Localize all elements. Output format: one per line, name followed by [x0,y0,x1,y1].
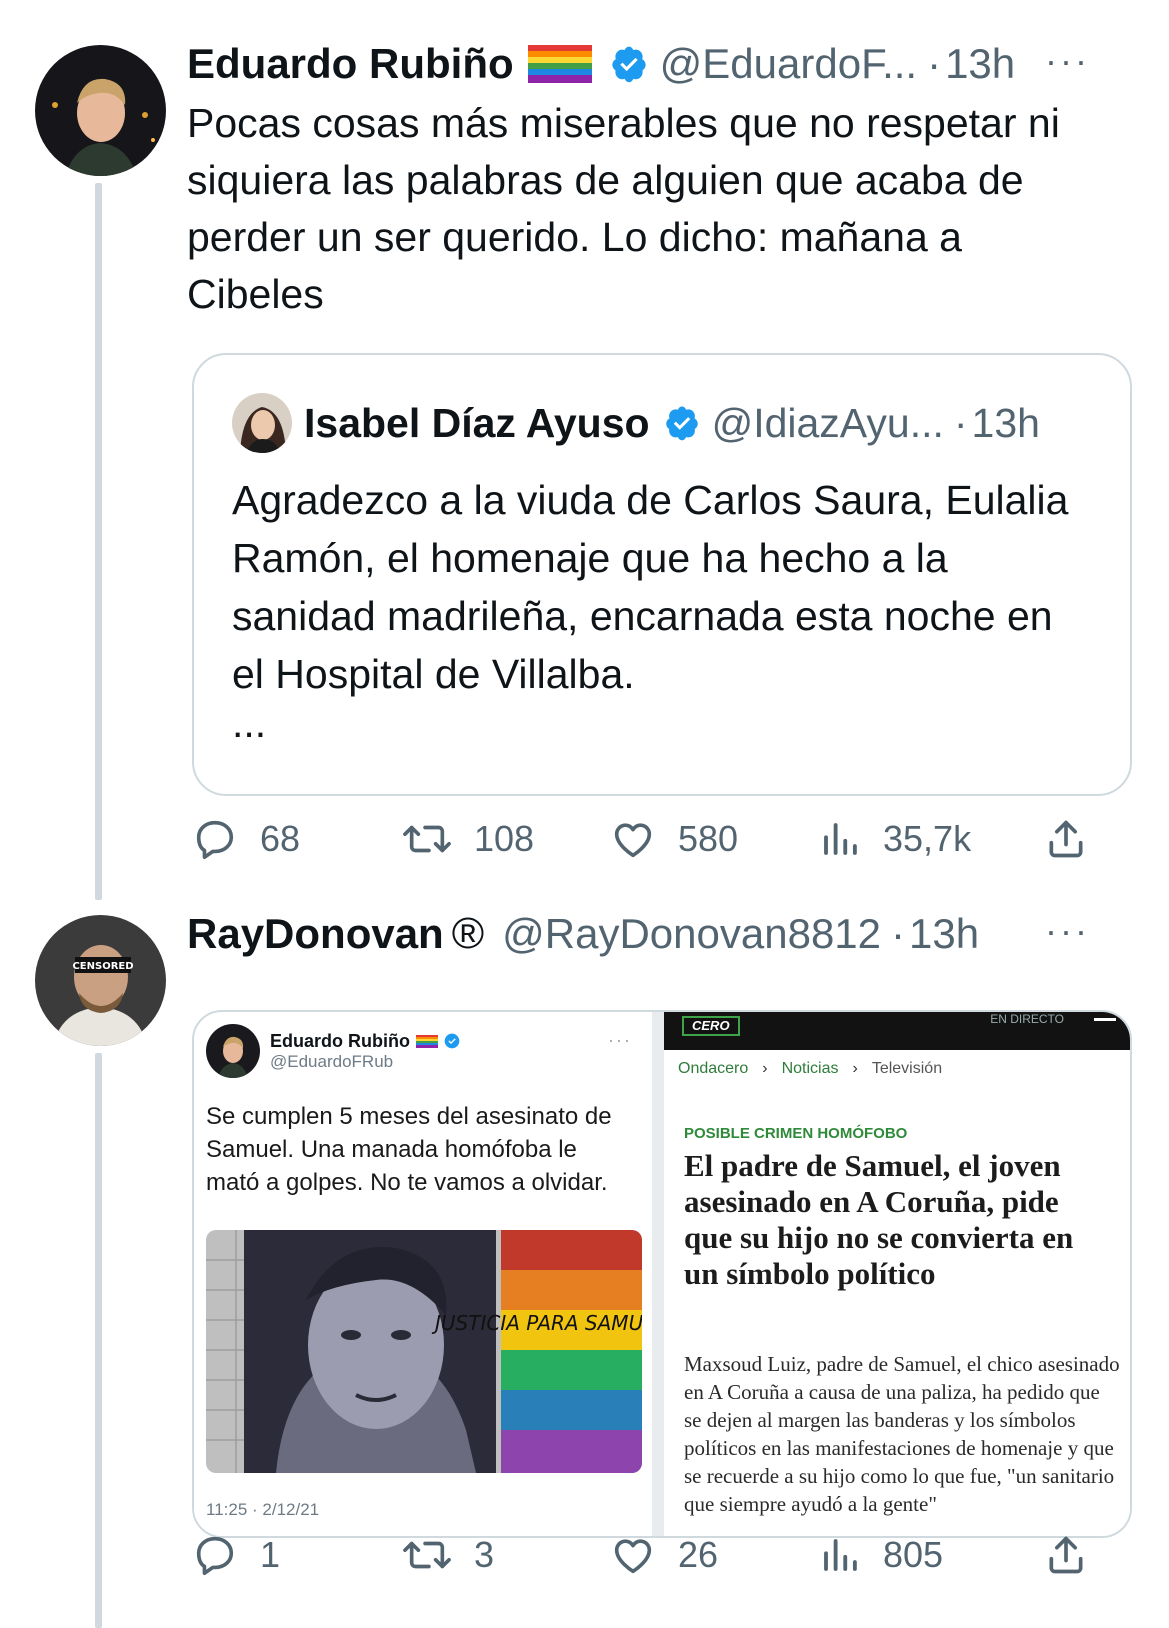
timestamp[interactable]: 13h [909,910,979,958]
embedded-author-name: Eduardo Rubiño [270,1030,410,1051]
pride-flag-icon [527,45,592,83]
share-button[interactable] [1044,816,1110,862]
reply-count: 68 [260,818,301,859]
thread-line [95,1053,102,1628]
timestamp[interactable]: 13h [945,40,1015,88]
verified-icon [664,405,700,441]
image-divider [652,1012,664,1536]
views-icon [824,823,857,855]
reply-icon [196,820,234,860]
live-label: EN DIRECTO [990,1012,1064,1026]
embedded-article-screenshot: CERO EN DIRECTO Ondacero › Noticias › Televi… [664,1012,1130,1536]
reply-icon [196,1536,234,1576]
author-handle[interactable]: @RayDonovan8812 [502,910,881,958]
separator-dot: · [927,40,942,87]
tweet-header: RayDonovan ® @RayDonovan8812 · 13h [187,904,979,964]
embedded-author-handle: @EduardoFRub [270,1051,394,1071]
like-button[interactable]: 580 [610,816,738,862]
attached-image[interactable]: Eduardo Rubiño @EduardoFRub ··· Se cumpl… [192,1010,1132,1538]
separator-dot: · [953,399,968,446]
views-icon [824,1539,857,1571]
reply-button[interactable]: 68 [192,816,300,862]
retweet-button[interactable]: 108 [402,816,534,862]
more-icon: ··· [608,1030,632,1050]
breadcrumb: Ondacero › Noticias › Televisión [678,1060,942,1078]
quote-timestamp: 13h [971,399,1040,446]
quote-ellipsis: ... [232,700,267,746]
share-icon [1049,1536,1083,1574]
tweet-actions: 68 108 580 35,7k [192,816,1132,876]
registered-mark: ® [451,909,485,958]
verified-icon [610,45,648,83]
verified-icon [444,1033,460,1049]
like-icon [614,823,652,858]
breadcrumb-item: Televisión [871,1060,943,1077]
retweet-count: 108 [474,818,535,859]
more-icon[interactable]: ··· [1045,40,1090,82]
share-button[interactable] [1044,1532,1110,1578]
mural-image: JUSTICIA PARA SAMUEL [206,1230,642,1473]
author-name[interactable]: Eduardo Rubiño [187,40,514,88]
breadcrumb-separator: › [852,1060,858,1077]
tweet-actions: 1 3 26 805 [192,1532,1132,1592]
quote-author-handle: @IdiazAyu... [711,399,944,446]
views-button[interactable]: 805 [819,1532,943,1578]
tweet-text: Pocas cosas más miserables que no respet… [187,100,1060,317]
thread-line [95,183,102,900]
quote-header: Isabel Díaz Ayuso @IdiazAyu... · 13h [232,393,1040,453]
news-top-bar: CERO EN DIRECTO [664,1012,1130,1050]
retweet-icon [403,825,451,853]
retweet-count: 3 [474,1534,495,1575]
like-count: 580 [678,818,739,859]
like-icon [614,1539,652,1574]
share-icon [1049,820,1083,858]
reply-button[interactable]: 1 [192,1532,280,1578]
separator-dot: · [891,910,906,957]
breadcrumb-item: Noticias [781,1060,839,1077]
avatar[interactable]: CENSORED [35,915,166,1046]
mural-graffiti: JUSTICIA PARA SAMUEL [431,1311,642,1335]
like-button[interactable]: 26 [610,1532,718,1578]
embedded-tweet-text: Se cumplen 5 meses del asesinato de Samu… [206,1103,612,1196]
retweet-button[interactable]: 3 [402,1532,494,1578]
svg-text:CENSORED: CENSORED [72,961,133,972]
embedded-tweet-screenshot: Eduardo Rubiño @EduardoFRub ··· Se cumpl… [194,1012,652,1536]
breadcrumb-separator: › [762,1060,768,1077]
more-icon[interactable]: ··· [1045,910,1090,952]
article-kicker: POSIBLE CRIMEN HOMÓFOBO [684,1125,908,1142]
retweet-icon [403,1541,451,1569]
author-handle[interactable]: @EduardoF... [660,40,917,88]
tweet-header: Eduardo Rubiño @EduardoF... · 13h [187,34,1015,94]
reply-count: 1 [260,1534,281,1575]
embedded-avatar [206,1024,260,1078]
author-name[interactable]: RayDonovan [187,910,444,958]
embedded-tweet-timestamp: 11:25 · 2/12/21 [206,1500,320,1519]
quoted-tweet[interactable]: Isabel Díaz Ayuso @IdiazAyu... · 13h Agr… [192,353,1132,796]
menu-icon [1094,1018,1116,1021]
article-body: Maxsoud Luiz, padre de Samuel, el chico … [684,1352,1120,1516]
breadcrumb-item: Ondacero [678,1060,749,1077]
article-headline: El padre de Samuel, el joven asesinado e… [684,1148,1074,1291]
quote-text: Agradezco a la viuda de Carlos Saura, Eu… [232,477,1069,697]
embedded-tweet-header: Eduardo Rubiño @EduardoFRub [206,1024,460,1078]
avatar[interactable] [35,45,166,176]
views-count: 35,7k [883,818,972,859]
pride-flag-icon [415,1034,438,1048]
quote-avatar [232,393,292,453]
views-button[interactable]: 35,7k [819,816,971,862]
like-count: 26 [678,1534,719,1575]
views-count: 805 [883,1534,944,1575]
quote-author-name[interactable]: Isabel Díaz Ayuso [304,400,650,447]
news-logo: CERO [682,1016,740,1036]
